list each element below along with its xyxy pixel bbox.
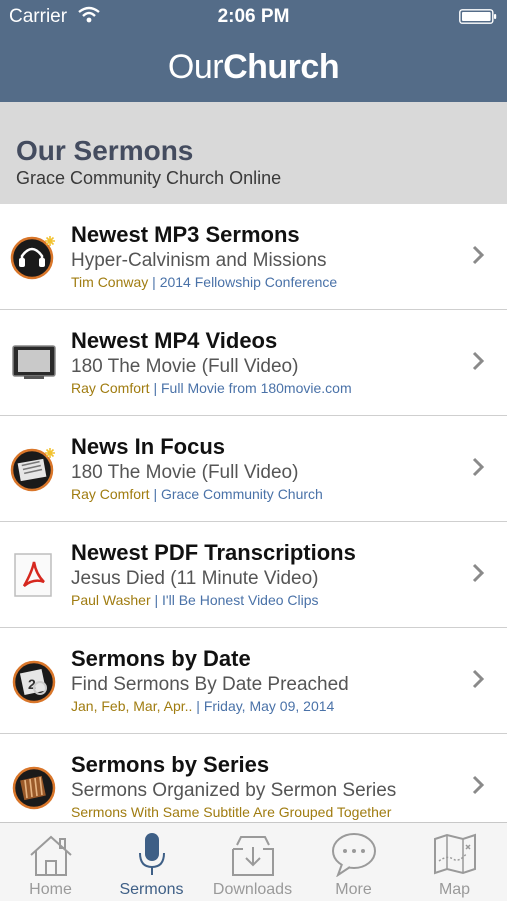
item-meta: Sermons With Same Subtitle Are Grouped T… bbox=[71, 804, 392, 820]
item-meta: Ray Comfort | Grace Community Church bbox=[71, 486, 323, 502]
sermon-list: Newest MP3 Sermons Hyper-Calvinism and M… bbox=[0, 204, 507, 822]
house-icon bbox=[30, 835, 72, 876]
item-subtitle: Find Sermons By Date Preached bbox=[71, 674, 349, 695]
section-header: Our Sermons Grace Community Church Onlin… bbox=[0, 102, 507, 204]
calendar-icon: 2 bbox=[12, 660, 56, 704]
page-subtitle: Grace Community Church Online bbox=[16, 168, 282, 188]
download-icon bbox=[232, 836, 274, 876]
item-title: Newest PDF Transcriptions bbox=[71, 540, 356, 565]
map-icon bbox=[434, 833, 476, 875]
page-title: Our Sermons bbox=[16, 135, 194, 166]
item-title: News In Focus bbox=[71, 434, 226, 459]
item-subtitle: Sermons Organized by Sermon Series bbox=[71, 780, 397, 801]
battery-icon bbox=[459, 9, 497, 24]
tab-label: Sermons bbox=[119, 881, 184, 898]
chevron-right-icon bbox=[472, 245, 485, 265]
list-item-newest-pdf[interactable]: Newest PDF Transcriptions Jesus Died (11… bbox=[0, 522, 507, 628]
headphones-icon bbox=[10, 236, 55, 280]
list-item-newest-mp3[interactable]: Newest MP3 Sermons Hyper-Calvinism and M… bbox=[0, 204, 507, 310]
tab-label: Home bbox=[29, 881, 72, 898]
newspaper-icon bbox=[10, 448, 55, 492]
item-meta: Tim Conway | 2014 Fellowship Conference bbox=[71, 274, 338, 290]
tab-home[interactable]: Home bbox=[0, 823, 101, 901]
list-item-newest-mp4[interactable]: Newest MP4 Videos 180 The Movie (Full Vi… bbox=[0, 310, 507, 416]
chevron-right-icon bbox=[472, 563, 485, 583]
item-title: Sermons by Date bbox=[71, 646, 251, 671]
item-meta: Ray Comfort | Full Movie from 180movie.c… bbox=[71, 380, 352, 396]
microphone-icon bbox=[139, 833, 165, 875]
list-item-sermons-by-date[interactable]: 2 Sermons by Date Find Sermons By Date P… bbox=[0, 628, 507, 734]
clock: 2:06 PM bbox=[217, 6, 290, 27]
books-icon bbox=[12, 766, 56, 810]
item-subtitle: 180 The Movie (Full Video) bbox=[71, 462, 299, 483]
item-meta: Paul Washer | I'll Be Honest Video Clips bbox=[71, 592, 319, 608]
chevron-right-icon bbox=[472, 457, 485, 477]
chevron-right-icon bbox=[472, 669, 485, 689]
tab-label: Downloads bbox=[212, 881, 293, 898]
tab-label: More bbox=[335, 881, 372, 898]
list-item-news-in-focus[interactable]: News In Focus 180 The Movie (Full Video)… bbox=[0, 416, 507, 522]
tab-label: Map bbox=[438, 881, 471, 898]
nav-bar: OurChurch bbox=[0, 34, 507, 102]
item-meta: Jan, Feb, Mar, Apr.. | Friday, May 09, 2… bbox=[71, 698, 335, 714]
item-subtitle: Jesus Died (11 Minute Video) bbox=[71, 568, 319, 589]
tv-icon bbox=[12, 345, 56, 379]
item-subtitle: 180 The Movie (Full Video) bbox=[71, 356, 299, 377]
status-bar: Carrier 2:06 PM bbox=[0, 0, 507, 34]
tab-map[interactable]: Map bbox=[404, 823, 505, 901]
pdf-icon bbox=[14, 553, 52, 597]
speech-bubble-icon bbox=[332, 833, 376, 877]
tab-sermons[interactable]: Sermons bbox=[101, 823, 202, 901]
tab-more[interactable]: More bbox=[303, 823, 404, 901]
item-title: Sermons by Series bbox=[71, 752, 270, 777]
chevron-right-icon bbox=[472, 351, 485, 371]
list-item-sermons-by-series[interactable]: Sermons by Series Sermons Organized by S… bbox=[0, 734, 507, 822]
item-subtitle: Hyper-Calvinism and Missions bbox=[71, 250, 327, 271]
chevron-right-icon bbox=[472, 775, 485, 795]
app-logo: OurChurch bbox=[167, 48, 340, 86]
item-title: Newest MP4 Videos bbox=[71, 328, 278, 353]
tab-downloads[interactable]: Downloads bbox=[202, 823, 303, 901]
tab-bar: Home Sermons Downloads More Map bbox=[0, 822, 507, 901]
item-title: Newest MP3 Sermons bbox=[71, 222, 300, 247]
